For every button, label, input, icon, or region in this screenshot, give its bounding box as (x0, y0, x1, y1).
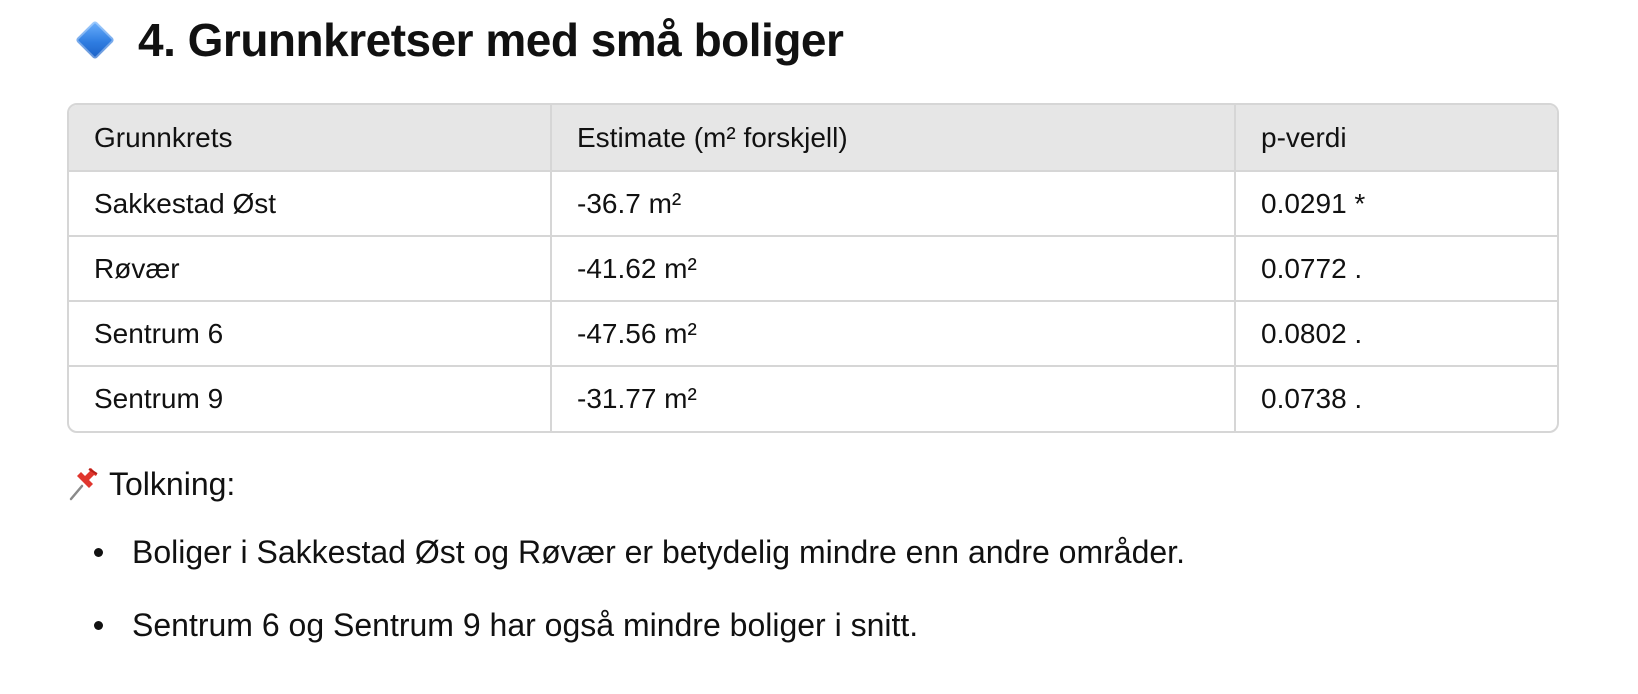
cell-p-value: 0.0291 * (1235, 171, 1557, 237)
list-item: Boliger i Sakkestad Øst og Røvær er bety… (70, 530, 1570, 574)
results-table: Grunnkrets Estimate (m² forskjell) p-ver… (67, 103, 1559, 433)
interpretation-list: Boliger i Sakkestad Øst og Røvær er bety… (70, 530, 1570, 676)
cell-grunnkrets: Sentrum 6 (69, 301, 552, 367)
cell-p-value: 0.0738 . (1261, 383, 1363, 414)
bullet-dot (94, 548, 103, 557)
column-header-estimate: Estimate (m² forskjell) (551, 105, 1236, 172)
column-header-p-value: p-verdi (1235, 105, 1557, 172)
table-row: Sakkestad Øst -36.7 m² 0.0291 * (69, 171, 1557, 237)
column-header-grunnkrets: Grunnkrets (69, 105, 552, 172)
list-item: Sentrum 6 og Sentrum 9 har også mindre b… (70, 603, 1570, 647)
cell-estimate: -36.7 m² (551, 171, 1236, 237)
cell-p-value: 0.0772 . (1235, 236, 1557, 302)
table-row: Sentrum 9 -31.77 m² 0.0738 . (69, 366, 1557, 431)
cell-estimate: -41.62 m² (551, 236, 1236, 302)
cell-estimate: -47.56 m² (551, 301, 1236, 367)
cell-estimate: -31.77 m² (551, 366, 1236, 431)
cell-p-value: 0.0802 . (1235, 301, 1557, 367)
pushpin-icon (69, 468, 98, 501)
blue-diamond-icon (70, 15, 120, 65)
cell-grunnkrets: Sentrum 9 (69, 366, 552, 431)
cell-grunnkrets: Røvær (69, 236, 552, 302)
table-row: Sentrum 6 -47.56 m² 0.0802 . (69, 301, 1557, 367)
interpretation-label: Tolkning: (109, 465, 236, 502)
interpretation-heading: Tolkning: (67, 460, 235, 508)
section-heading: 4. Grunnkretser med små boliger (70, 8, 844, 72)
list-item-text: Sentrum 6 og Sentrum 9 har også mindre b… (132, 607, 919, 643)
bullet-dot (94, 621, 103, 630)
heading-text: 4. Grunnkretser med små boliger (138, 14, 844, 66)
cell-grunnkrets: Sakkestad Øst (69, 171, 552, 237)
table-row: Røvær -41.62 m² 0.0772 . (69, 236, 1557, 302)
table-header-row: Grunnkrets Estimate (m² forskjell) p-ver… (69, 105, 1557, 172)
list-item-text: Boliger i Sakkestad Øst og Røvær er bety… (132, 534, 1185, 570)
